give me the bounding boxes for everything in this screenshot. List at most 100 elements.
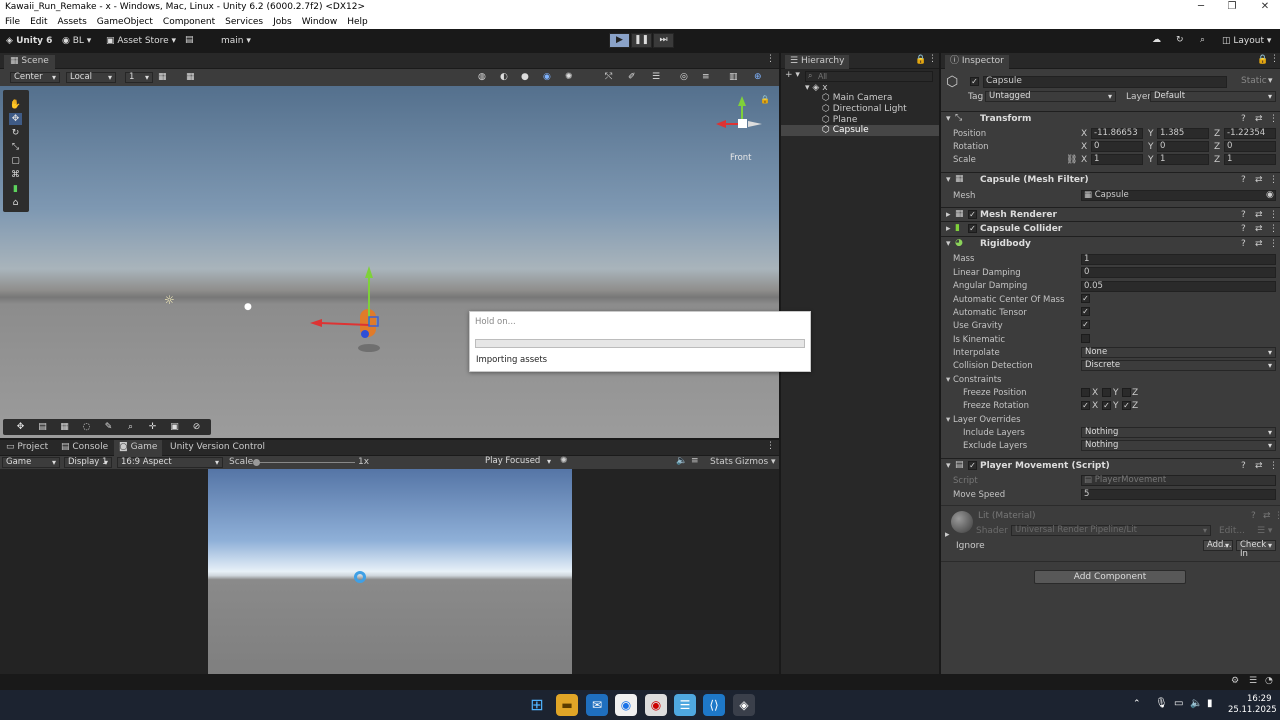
cloud-icon[interactable]: ☁ <box>1152 35 1161 45</box>
camera-icon[interactable]: ● <box>244 302 252 312</box>
auto-center-of-mass-checkbox[interactable]: ✓ <box>1081 294 1090 303</box>
mass-field[interactable]: 1 <box>1081 254 1276 265</box>
layer-overrides-foldout[interactable]: ▾ Layer Overrides <box>946 415 1021 425</box>
link-icon[interactable]: ⛓ <box>1066 155 1077 165</box>
tag-dropdown[interactable]: Untagged <box>985 91 1116 102</box>
file-explorer-icon[interactable]: ▬ <box>556 694 578 716</box>
hierarchy-menu-icon[interactable]: ⋮ <box>928 54 937 64</box>
tab-scene[interactable]: ▦ Scene <box>4 55 55 69</box>
freeze-rot-z-checkbox[interactable]: ✓ <box>1122 401 1131 410</box>
menu-gameobject[interactable]: GameObject <box>97 17 153 27</box>
layout-dropdown[interactable]: ◫ Layout ▾ <box>1222 36 1271 46</box>
lock-icon[interactable]: 🔒 <box>760 95 770 104</box>
component-menu-icon[interactable]: ⋮ <box>1274 511 1280 521</box>
bottom-panel-menu-icon[interactable]: ⋮ <box>766 441 775 451</box>
lighting-icon[interactable]: ✺ <box>565 72 573 82</box>
collision-detection-dropdown[interactable]: Discrete <box>1081 360 1276 371</box>
move-speed-field[interactable]: 5 <box>1081 489 1276 500</box>
layer-dropdown[interactable]: Default <box>1150 91 1276 102</box>
hierarchy-item-plane[interactable]: ⬡ Plane <box>822 115 857 125</box>
menu-edit[interactable]: Edit <box>30 17 47 27</box>
tab-game[interactable]: ◙ Game <box>114 440 163 456</box>
overlay-move-icon[interactable]: ✥ <box>14 421 27 433</box>
maximize-button[interactable]: ❐ <box>1217 0 1247 15</box>
transform-header[interactable]: ▾ ⤡ Transform ? ⇄ ⋮ <box>941 111 1280 125</box>
render-mode-icon[interactable]: ◉ <box>543 72 551 82</box>
network-icon[interactable]: ▭ <box>1174 698 1183 709</box>
component-menu-icon[interactable]: ⋮ <box>1269 224 1278 234</box>
rigidbody-header[interactable]: ▾ ◕ Rigidbody ? ⇄ ⋮ <box>941 236 1280 250</box>
scale-slider[interactable] <box>255 462 355 463</box>
layers-status-icon[interactable]: ☰ <box>1249 676 1257 686</box>
mesh-field[interactable]: ▦ Capsule <box>1081 190 1276 201</box>
freeze-rot-x-checkbox[interactable]: ✓ <box>1081 401 1090 410</box>
volume-icon[interactable]: 🔈 <box>1190 698 1202 709</box>
pivot-dropdown[interactable]: Center <box>10 72 60 83</box>
unity-account-menu[interactable]: ◈ Unity 6 <box>6 36 52 46</box>
camera-settings-icon[interactable]: ≡ <box>702 72 710 82</box>
notepad-icon[interactable]: ☰ <box>674 694 696 716</box>
exclude-layers-dropdown[interactable]: Nothing <box>1081 440 1276 451</box>
hierarchy-item-directional-light[interactable]: ⬡ Directional Light <box>822 104 907 114</box>
aspect-dropdown[interactable]: 16:9 Aspect <box>117 457 223 468</box>
overlay-grid-icon[interactable]: ▤ <box>36 421 49 433</box>
transform-tool-icon[interactable]: ⌘ <box>9 169 22 181</box>
mesh-renderer-header[interactable]: ▸ ▦ ✓ Mesh Renderer ? ⇄ ⋮ <box>941 207 1280 221</box>
rotation-x-field[interactable]: 0 <box>1091 141 1143 152</box>
foldout-arrow-icon[interactable]: ▾ <box>946 114 951 124</box>
freeze-pos-y-checkbox[interactable] <box>1102 388 1111 397</box>
inspector-lock-icon[interactable]: 🔒 <box>1257 55 1268 65</box>
progress-icon[interactable]: ◔ <box>1265 676 1273 686</box>
help-icon[interactable]: ? <box>1241 175 1246 185</box>
preset-icon[interactable]: ⇄ <box>1255 210 1263 220</box>
position-y-field[interactable]: 1.385 <box>1157 128 1209 139</box>
menu-services[interactable]: Services <box>225 17 263 27</box>
help-icon[interactable]: ? <box>1241 114 1246 124</box>
step-button[interactable]: ⏭ <box>653 33 674 48</box>
unity-taskbar-icon[interactable]: ◈ <box>733 694 755 716</box>
freeze-pos-x-checkbox[interactable] <box>1081 388 1090 397</box>
history-icon[interactable]: ↻ <box>1176 35 1184 45</box>
object-picker-icon[interactable]: ◉ <box>1266 190 1274 200</box>
preset-icon[interactable]: ⇄ <box>1255 461 1263 471</box>
is-kinematic-checkbox[interactable] <box>1081 334 1090 343</box>
capsule-move-gizmo[interactable] <box>302 262 392 352</box>
hand-tool-icon[interactable]: ✋ <box>9 99 22 111</box>
hierarchy-item-main-camera[interactable]: ⬡ Main Camera <box>822 93 892 103</box>
snap-value[interactable]: 1 <box>125 72 153 83</box>
show-hidden-icons-icon[interactable]: ⌃ <box>1133 699 1141 709</box>
hierarchy-search-input[interactable] <box>805 71 933 82</box>
object-name-field[interactable]: Capsule <box>983 76 1227 88</box>
freeze-rot-y-checkbox[interactable]: ✓ <box>1102 401 1111 410</box>
foldout-arrow-icon[interactable]: ▾ <box>946 461 951 471</box>
battery-icon[interactable]: ▮ <box>1207 698 1213 709</box>
overlay-zoom-icon[interactable]: ⌕ <box>124 421 137 433</box>
mute-audio-icon[interactable]: 🔈 <box>676 456 687 466</box>
account-dropdown[interactable]: ◉ BL ▾ <box>62 36 91 46</box>
chrome-dev-icon[interactable]: ◉ <box>645 694 667 716</box>
game-viewport[interactable] <box>208 469 572 674</box>
player-movement-enabled[interactable]: ✓ <box>968 461 977 470</box>
game-mode-dropdown[interactable]: Game <box>2 457 60 468</box>
debug-icon[interactable]: ⚙ <box>1231 676 1239 686</box>
scale-z-field[interactable]: 1 <box>1224 154 1276 165</box>
menu-assets[interactable]: Assets <box>58 17 87 27</box>
foldout-arrow-icon[interactable]: ▾ <box>946 175 951 185</box>
component-menu-icon[interactable]: ⋮ <box>1269 175 1278 185</box>
linear-damping-field[interactable]: 0 <box>1081 267 1276 278</box>
overlay-paint-icon[interactable]: ✎ <box>102 421 115 433</box>
gizmos-icon[interactable]: ▥ <box>729 72 738 82</box>
custom-tool-icon[interactable]: ⌂ <box>9 197 22 209</box>
component-menu-icon[interactable]: ⋮ <box>1269 461 1278 471</box>
menu-file[interactable]: File <box>5 17 20 27</box>
tab-version-control[interactable]: Unity Version Control <box>170 442 265 452</box>
mesh-renderer-enabled[interactable]: ✓ <box>968 210 977 219</box>
help-icon[interactable]: ? <box>1241 224 1246 234</box>
play-button[interactable]: ▶ <box>609 33 630 48</box>
angular-damping-field[interactable]: 0.05 <box>1081 281 1276 292</box>
foldout-arrow-icon[interactable]: ▸ <box>946 210 951 220</box>
light-icon[interactable]: ☼ <box>164 293 175 307</box>
use-gravity-checkbox[interactable]: ✓ <box>1081 320 1090 329</box>
audio-icon[interactable]: ✐ <box>628 72 636 82</box>
create-button[interactable]: + ▾ <box>785 70 800 80</box>
